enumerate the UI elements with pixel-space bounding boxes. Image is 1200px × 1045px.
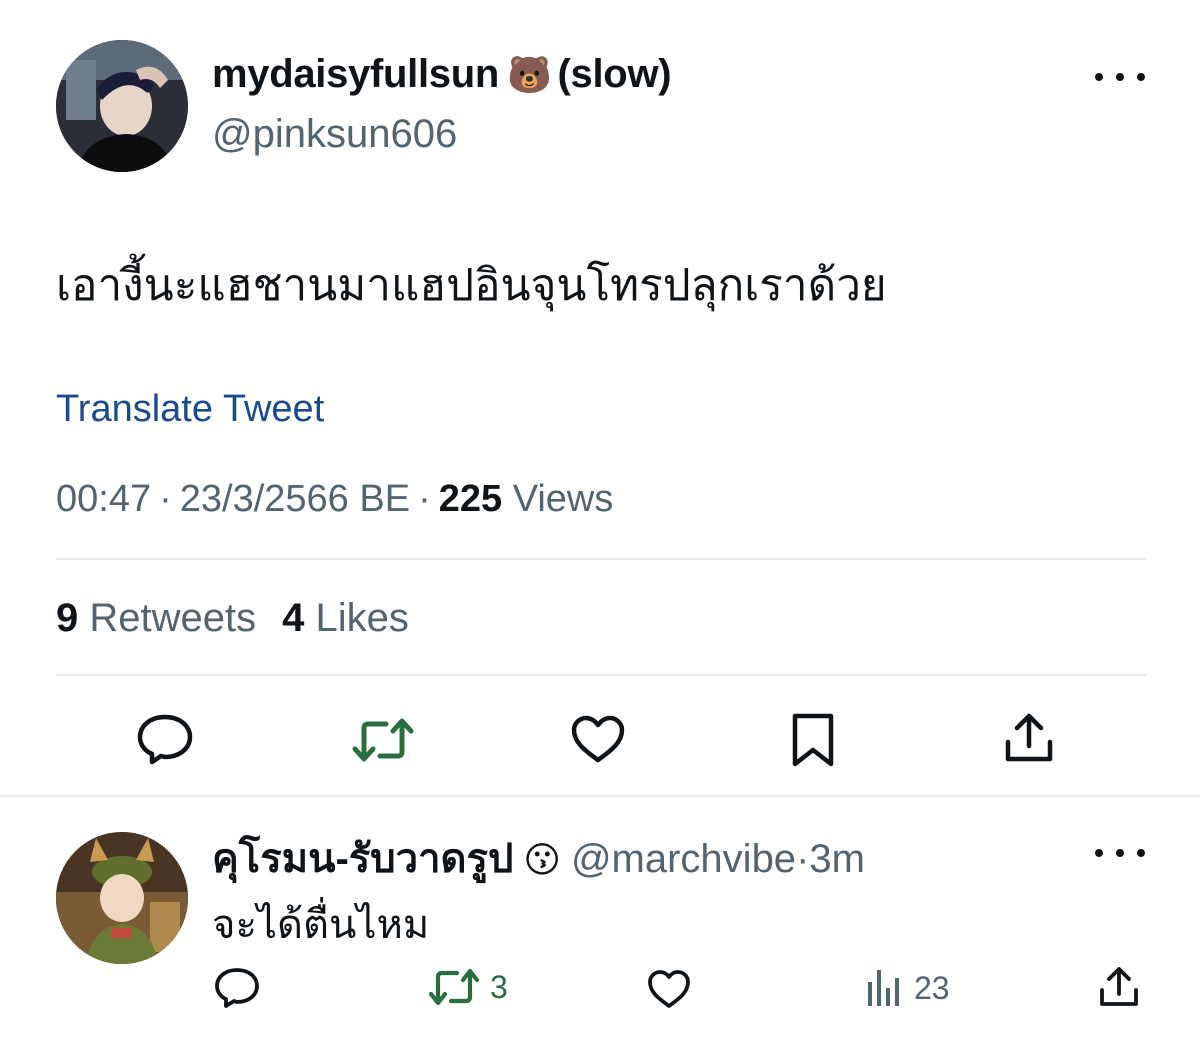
reply-header: คุโรมน-รับวาดรูป 😗 @marchvibe·3m [212,826,865,890]
author-avatar-image [56,40,188,172]
retweet-icon[interactable] [352,718,414,762]
author-name-text: mydaisyfullsun [212,52,499,96]
like-icon[interactable] [570,714,626,764]
like-icon[interactable] [646,968,692,1010]
divider [56,674,1146,676]
likes-stat[interactable]: 4 Likes [282,596,409,640]
engagement-stats: 9 Retweets 4 Likes [56,596,409,641]
retweet-icon[interactable]: 3 [428,968,508,1006]
reply-author-avatar[interactable] [56,832,188,964]
likes-count: 4 [282,596,305,640]
tweet-text: เอางี้นะแฮชานมาแฮปอินจุนโทรปลุกเราด้วย [56,261,887,310]
more-dot [1095,73,1103,81]
thread-divider [0,795,1200,797]
views-icon[interactable]: 23 [864,966,950,1010]
author-avatar[interactable] [56,40,188,172]
reply-time[interactable]: 3m [809,837,865,881]
reply-separator: · [796,837,810,881]
divider [56,558,1146,560]
author-display-name[interactable]: mydaisyfullsun 🐻 (slow) [212,52,672,97]
more-dot [1116,73,1124,81]
retweets-label: Retweets [89,596,257,640]
tweet-time[interactable]: 00:47 [56,478,151,520]
author-handle[interactable]: @pinksun606 [212,112,457,157]
translate-tweet-link[interactable]: Translate Tweet [56,388,324,431]
meta-separator: · [418,478,431,520]
more-icon[interactable] [1095,836,1145,870]
likes-label: Likes [315,596,409,640]
bookmark-icon[interactable] [790,712,836,768]
bear-emoji: 🐻 [507,54,552,95]
tweet-meta: 00:47 · 23/3/2566 BE · 225 Views [56,478,613,521]
more-dot [1095,849,1103,857]
share-icon[interactable] [1003,712,1055,764]
retweets-stat[interactable]: 9 Retweets [56,596,256,640]
tweet-date[interactable]: 23/3/2566 BE [180,478,410,520]
reply-avatar-image [56,832,188,964]
kissing-emoji: 😗 [523,839,561,880]
views-count: 225 [438,478,503,520]
tweet-detail-page: mydaisyfullsun 🐻 (slow) @pinksun606 เอางี้… [0,0,1200,1045]
reply-icon[interactable] [214,966,260,1010]
reply-views-count: 23 [914,969,950,1006]
more-dot [1137,849,1145,857]
reply-retweets-count: 3 [490,968,508,1005]
reply-text: จะได้ตื่นไหม [212,903,430,947]
author-name-suffix: (slow) [557,52,672,96]
reply-author-handle[interactable]: @marchvibe [571,837,796,881]
meta-separator: · [159,478,172,520]
reply-icon[interactable] [136,712,194,766]
more-dot [1116,849,1124,857]
more-icon[interactable] [1095,60,1145,94]
more-dot [1137,73,1145,81]
views-label: Views [512,478,614,520]
reply-author-name[interactable]: คุโรมน-รับวาดรูป [212,837,513,881]
share-icon[interactable] [1098,966,1140,1008]
retweets-count: 9 [56,596,79,640]
